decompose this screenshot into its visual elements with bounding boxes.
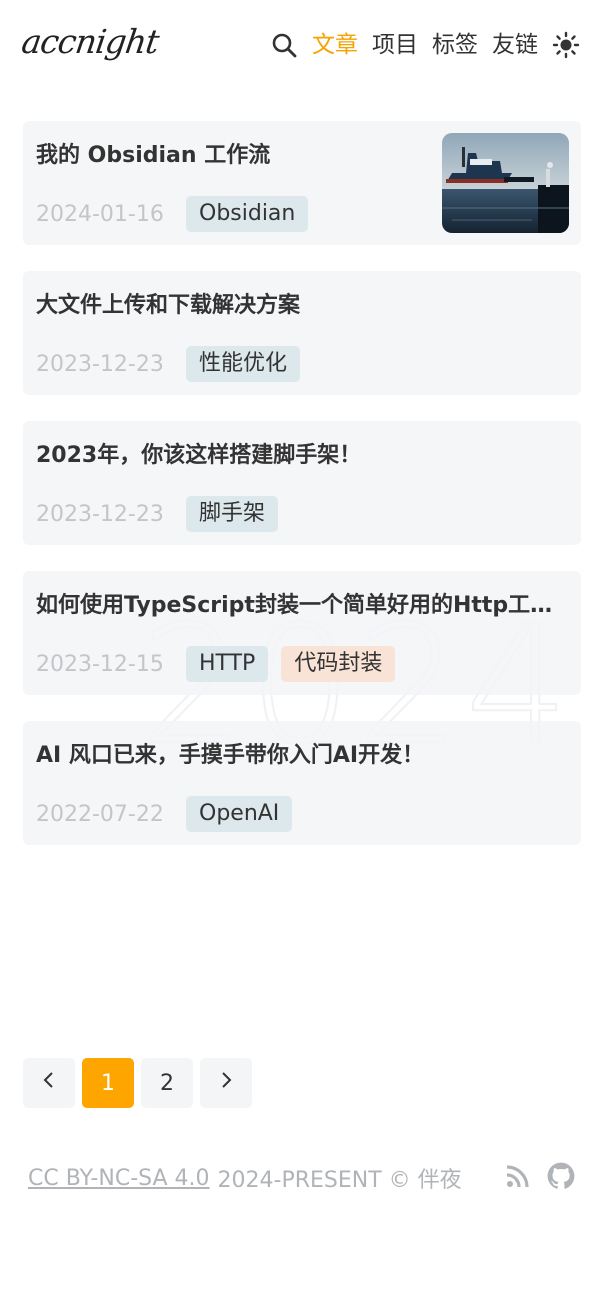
sun-icon[interactable] [552,31,580,59]
post-card[interactable]: AI 风口已来，手摸手带你入门AI开发！ 2022-07-22 OpenAI [23,721,581,845]
post-tag[interactable]: 性能优化 [186,346,301,382]
github-icon[interactable] [547,1162,575,1194]
pagination: 1 2 [23,1058,252,1108]
post-title[interactable]: 我的 Obsidian 工作流 [36,137,431,169]
post-tag[interactable]: Obsidian [186,196,309,232]
post-meta: 2024-01-16 Obsidian [36,196,321,232]
post-card[interactable]: 如何使用TypeScript封装一个简单好用的Http工… 2023-12-15… [23,571,581,695]
nav-friends[interactable]: 友链 [492,28,538,62]
site-footer: CC BY-NC-SA 4.0 2024-PRESENT © 伴夜 [28,1162,462,1194]
post-date: 2022-07-22 [36,801,164,827]
post-title[interactable]: 2023年，你该这样搭建脚手架！ [36,437,568,469]
footer-links [505,1162,575,1194]
post-meta: 2023-12-23 脚手架 [36,496,291,532]
post-meta: 2023-12-23 性能优化 [36,346,313,382]
post-tag[interactable]: 代码封装 [281,646,396,682]
site-logo[interactable]: accnight [19,22,161,61]
post-tag[interactable]: HTTP [186,646,269,682]
post-card[interactable]: 2023年，你该这样搭建脚手架！ 2023-12-23 脚手架 [23,421,581,545]
post-date: 2023-12-23 [36,351,164,377]
post-title[interactable]: 大文件上传和下载解决方案 [36,287,568,319]
post-title[interactable]: AI 风口已来，手摸手带你入门AI开发！ [36,737,568,769]
post-date: 2023-12-15 [36,651,164,677]
chevron-left-icon [42,1070,56,1096]
post-date: 2023-12-23 [36,501,164,527]
page-button-1[interactable]: 1 [82,1058,134,1108]
chevron-right-icon [219,1070,233,1096]
post-date: 2024-01-16 [36,201,164,227]
license-link[interactable]: CC BY-NC-SA 4.0 [28,1166,210,1191]
prev-page-button[interactable] [23,1058,75,1108]
nav-projects[interactable]: 项目 [372,28,418,62]
post-title[interactable]: 如何使用TypeScript封装一个简单好用的Http工… [36,587,568,619]
next-page-button[interactable] [200,1058,252,1108]
post-meta: 2022-07-22 OpenAI [36,796,305,832]
post-tag[interactable]: OpenAI [186,796,293,832]
page-button-2[interactable]: 2 [141,1058,193,1108]
post-tag[interactable]: 脚手架 [186,496,279,532]
search-icon[interactable] [270,31,298,59]
post-card[interactable]: 大文件上传和下载解决方案 2023-12-23 性能优化 [23,271,581,395]
post-thumbnail [442,133,569,233]
rss-icon[interactable] [505,1163,531,1193]
nav-articles[interactable]: 文章 [312,28,358,62]
copyright-text: 2024-PRESENT © 伴夜 [217,1168,462,1193]
nav-tags[interactable]: 标签 [432,28,478,62]
site-header: accnight 文章 项目 标签 友链 [0,0,600,92]
post-list: 我的 Obsidian 工作流 2024-01-16 Obsidian 大文件上… [23,121,581,871]
post-card[interactable]: 我的 Obsidian 工作流 2024-01-16 Obsidian [23,121,581,245]
post-meta: 2023-12-15 HTTP 代码封装 [36,646,408,682]
top-nav: 文章 项目 标签 友链 [270,28,580,62]
